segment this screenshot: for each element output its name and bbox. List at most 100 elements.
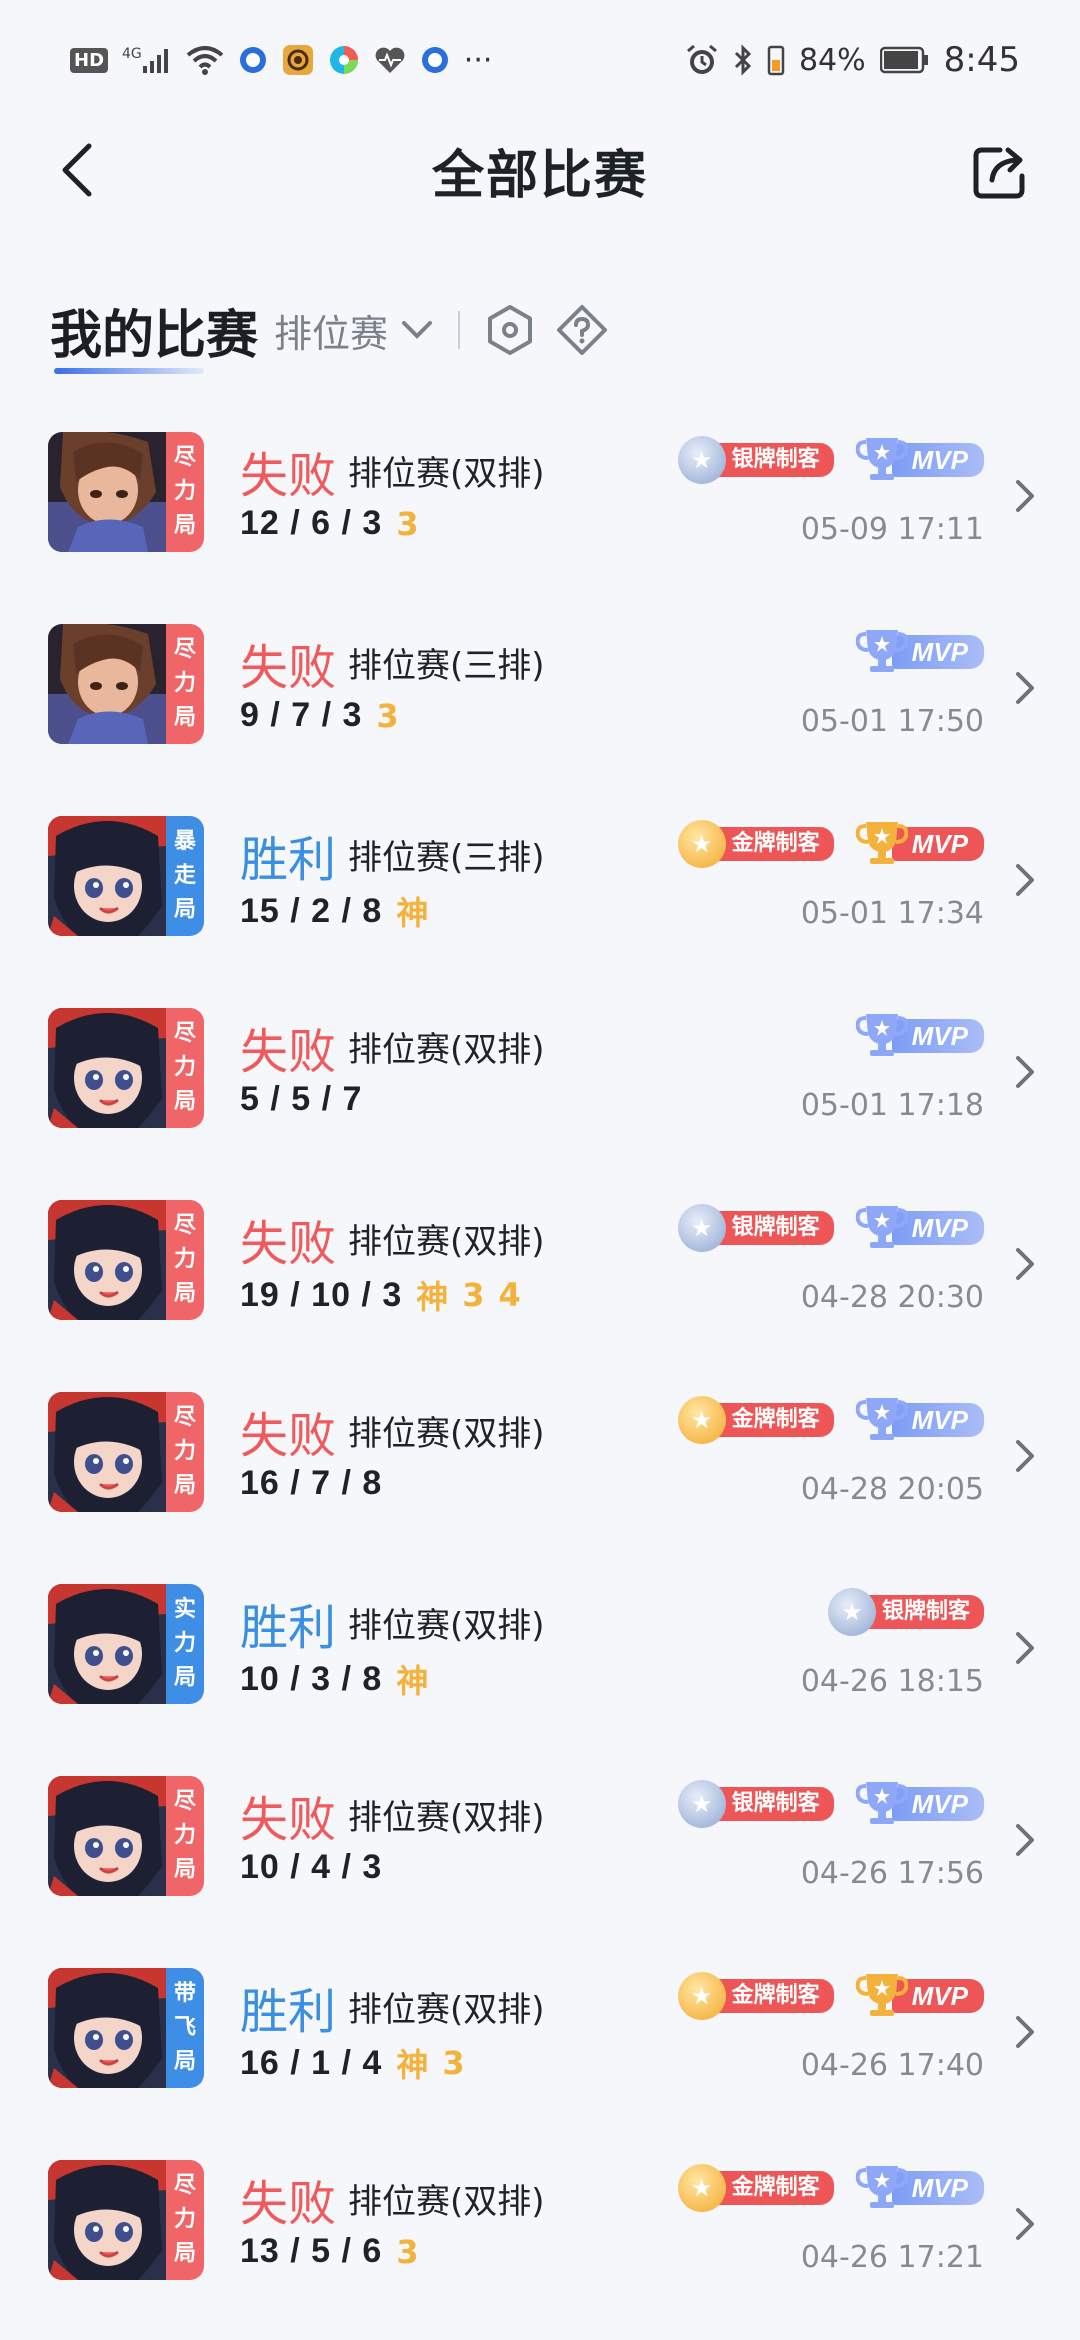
chevron-right-icon <box>1016 2016 1034 2048</box>
kda-score: 13 / 5 / 6 <box>240 2232 383 2270</box>
result-tag-char: 尽 <box>173 2173 196 2198</box>
result-tag: 尽力局 <box>166 1200 204 1320</box>
match-datetime: 04-28 20:30 <box>800 1280 984 1315</box>
result-tag-char: 走 <box>173 863 196 888</box>
honor-mark: 3 <box>462 1276 485 1314</box>
match-mode: 排位赛(三排) <box>348 646 545 686</box>
mvp-badge: MVP <box>855 1398 984 1440</box>
chevron-right-icon <box>1016 672 1034 704</box>
match-mode: 排位赛(三排) <box>348 838 545 878</box>
match-row[interactable]: 带飞局胜利 排位赛(双排) 16 / 1 / 4 神 3 ★ 金牌制客 MVP 04-26 17… <box>0 1936 1080 2128</box>
hero-avatar: 实力局 <box>48 1584 204 1704</box>
match-result: 失败 <box>240 1408 337 1464</box>
hd-indicator: HD <box>70 47 109 73</box>
star-medal-icon: ★ <box>677 1204 726 1252</box>
kda-line: 16 / 1 / 4 神3 <box>240 2040 465 2086</box>
match-mode: 排位赛(双排) <box>348 1414 545 1454</box>
back-button[interactable] <box>55 142 111 198</box>
network-type-label: 4G <box>122 46 142 62</box>
badges: ★ 金牌制客 MVP <box>677 1396 984 1444</box>
result-tag-char: 力 <box>173 1055 196 1080</box>
kda-line: 19 / 10 / 3 神34 <box>240 1272 521 1318</box>
back-arrow-icon <box>62 143 92 197</box>
hero-avatar: 尽力局 <box>48 2160 204 2280</box>
more-notifications-icon: ··· <box>463 42 493 78</box>
hero-portrait-icon <box>48 432 166 552</box>
honor-mark: 神 <box>396 2046 429 2084</box>
share-button[interactable] <box>970 142 1030 202</box>
help-icon[interactable] <box>556 304 608 356</box>
badges: MVP <box>855 630 984 672</box>
hero-avatar: 暴走局 <box>48 816 204 936</box>
hero-portrait-icon <box>48 1968 166 2088</box>
match-row[interactable]: 实力局胜利 排位赛(双排) 10 / 3 / 8 神 ★ 银牌制客 04-26 18:15 <box>0 1552 1080 1744</box>
alarm-icon <box>685 43 719 77</box>
match-row[interactable]: 尽力局失败 排位赛(双排) 19 / 10 / 3 神 3 4 ★ 银牌制客 MVP 04-28 … <box>0 1168 1080 1360</box>
app-notification-icon <box>238 45 268 75</box>
trophy-icon <box>855 1202 908 1252</box>
hero-portrait-icon <box>48 1584 166 1704</box>
filter-label: 排位赛 <box>274 311 389 356</box>
match-row[interactable]: 尽力局失败 排位赛(双排) 5 / 5 / 7 MVP 05-01 17:18 <box>0 976 1080 1168</box>
hero-avatar: 尽力局 <box>48 432 204 552</box>
match-row[interactable]: 尽力局失败 排位赛(双排) 12 / 6 / 3 3 ★ 银牌制客 MVP 05-09 17:… <box>0 400 1080 592</box>
settings-hex-icon[interactable] <box>484 304 536 356</box>
result-tag-char: 局 <box>173 897 196 922</box>
match-row[interactable]: 尽力局失败 排位赛(双排) 13 / 5 / 6 3 ★ 金牌制客 MVP 04-26 17:… <box>0 2128 1080 2320</box>
match-mode: 排位赛(双排) <box>348 1990 545 2030</box>
badges: ★ 银牌制客 MVP <box>677 1204 984 1252</box>
mvp-badge: MVP <box>855 1206 984 1248</box>
chevron-right-icon <box>1016 1824 1034 1856</box>
match-result: 失败 <box>240 448 337 504</box>
section-header: 我的比赛 排位赛 <box>50 290 628 374</box>
battery-percent: 84% <box>798 42 866 78</box>
result-tag-char: 飞 <box>173 2015 196 2040</box>
result-tag: 尽力局 <box>166 432 204 552</box>
match-row[interactable]: 尽力局失败 排位赛(双排) 16 / 7 / 8 ★ 金牌制客 MVP 04-28 20:0… <box>0 1360 1080 1552</box>
match-mode: 排位赛(双排) <box>348 1030 545 1070</box>
badges: ★ 银牌制客 MVP <box>677 436 984 484</box>
medal-badge: ★ 银牌制客 <box>677 1204 834 1252</box>
kda-line: 12 / 6 / 3 3 <box>240 504 419 543</box>
colorful-app-icon <box>328 44 360 76</box>
match-result: 胜利 <box>240 1600 337 1656</box>
chevron-right-icon <box>1016 2208 1034 2240</box>
chevron-down-icon <box>402 321 433 339</box>
chevron-right-icon <box>1016 1632 1034 1664</box>
cellular-signal-icon: 4G <box>122 46 172 74</box>
honor-mark: 神 <box>396 894 429 932</box>
hero-portrait-icon <box>48 1392 166 1512</box>
result-tag: 尽力局 <box>166 2160 204 2280</box>
badges: ★ 银牌制客 <box>827 1588 984 1636</box>
honor-mark: 3 <box>376 696 399 735</box>
result-tag-char: 尽 <box>173 1213 196 1238</box>
trophy-icon <box>855 626 908 676</box>
result-tag: 尽力局 <box>166 1776 204 1896</box>
match-datetime: 05-01 17:18 <box>800 1088 984 1123</box>
match-row[interactable]: 尽力局失败 排位赛(双排) 10 / 4 / 3 ★ 银牌制客 MVP 04-26 17:5… <box>0 1744 1080 1936</box>
star-medal-icon: ★ <box>827 1588 876 1636</box>
match-datetime: 05-01 17:34 <box>800 896 984 931</box>
match-list: 尽力局失败 排位赛(双排) 12 / 6 / 3 3 ★ 银牌制客 MVP 05-09 17:… <box>0 400 1080 2320</box>
match-mode: 排位赛(双排) <box>348 2182 545 2222</box>
match-type-filter[interactable]: 排位赛 <box>274 303 434 358</box>
medal-badge: ★ 银牌制客 <box>677 1780 834 1828</box>
hero-portrait-icon <box>48 816 166 936</box>
hero-portrait-icon <box>48 1200 166 1320</box>
match-result: 胜利 <box>240 832 337 888</box>
hero-avatar: 尽力局 <box>48 1392 204 1512</box>
nav-bar: 全部比赛 <box>0 120 1080 220</box>
medal-label: 金牌制客 <box>711 1979 834 2013</box>
result-tag: 暴走局 <box>166 816 204 936</box>
badges: ★ 金牌制客 MVP <box>677 2164 984 2212</box>
match-row[interactable]: 尽力局失败 排位赛(三排) 9 / 7 / 3 3 MVP 05-01 17:50 <box>0 592 1080 784</box>
trophy-icon <box>855 818 908 868</box>
match-row[interactable]: 暴走局胜利 排位赛(三排) 15 / 2 / 8 神 ★ 金牌制客 MVP 05-01 17:… <box>0 784 1080 976</box>
match-result: 失败 <box>240 2176 337 2232</box>
kda-score: 5 / 5 / 7 <box>240 1080 363 1118</box>
result-tag-char: 尽 <box>173 1789 196 1814</box>
mvp-badge: MVP <box>855 1014 984 1056</box>
kda-line: 9 / 7 / 3 3 <box>240 696 399 735</box>
result-tag-char: 尽 <box>173 1405 196 1430</box>
result-tag-char: 局 <box>173 513 196 538</box>
